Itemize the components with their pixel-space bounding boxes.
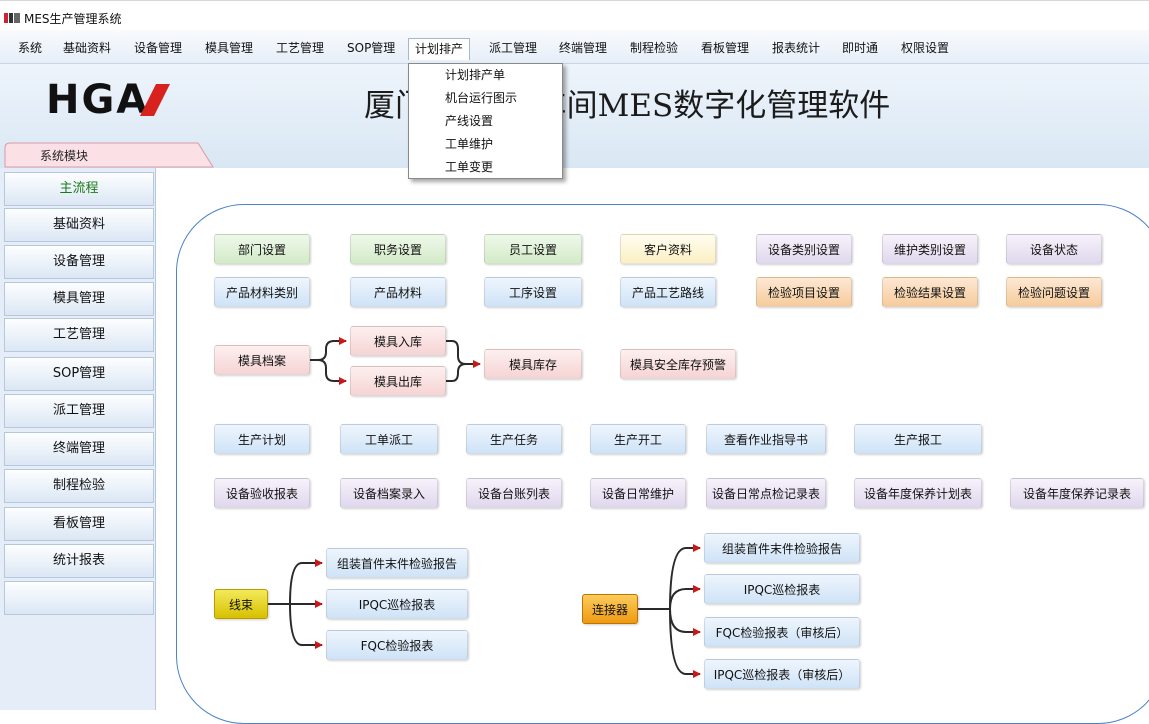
menu-equipment[interactable]: 设备管理	[132, 38, 184, 60]
flow-position-settings[interactable]: 职务设置	[350, 234, 446, 264]
flow-equipment-ledger[interactable]: 设备台账列表	[466, 478, 562, 508]
flow-employee-settings[interactable]: 员工设置	[484, 234, 582, 264]
sidebar-item-empty	[4, 581, 154, 615]
flow-work-order-dispatch[interactable]: 工单派工	[340, 424, 438, 454]
flow-mold-stock-warning[interactable]: 模具安全库存预警	[620, 349, 736, 379]
flow-inspection-result[interactable]: 检验结果设置	[882, 277, 978, 307]
menu-permissions[interactable]: 权限设置	[899, 38, 951, 60]
flow-production-task[interactable]: 生产任务	[466, 424, 562, 454]
sidebar-item-inspection[interactable]: 制程检验	[4, 469, 154, 503]
sidebar-item-dispatch[interactable]: 派工管理	[4, 394, 154, 428]
menu-reports[interactable]: 报表统计	[770, 38, 822, 60]
flow-production-start[interactable]: 生产开工	[590, 424, 686, 454]
sidebar-item-reports[interactable]: 统计报表	[4, 544, 154, 578]
menu-kanban[interactable]: 看板管理	[699, 38, 751, 60]
dropdown-item-plan-order[interactable]: 计划排产单	[445, 66, 505, 83]
flow-harness-tag[interactable]: 线束	[214, 589, 268, 619]
flow-inspection-item[interactable]: 检验项目设置	[756, 277, 852, 307]
flow-product-route[interactable]: 产品工艺路线	[620, 277, 716, 307]
flow-equipment-daily-maint[interactable]: 设备日常维护	[590, 478, 686, 508]
flow-connector-tag[interactable]: 连接器	[582, 594, 638, 624]
svg-text:系统模块: 系统模块	[40, 149, 88, 163]
sidebar-item-kanban[interactable]: 看板管理	[4, 507, 154, 541]
menu-process[interactable]: 工艺管理	[274, 38, 326, 60]
sidebar-item-basic-data[interactable]: 基础资料	[4, 208, 154, 242]
flow-material-category[interactable]: 产品材料类别	[214, 277, 310, 307]
flow-equipment-status[interactable]: 设备状态	[1006, 234, 1102, 264]
menu-basic-data[interactable]: 基础资料	[61, 38, 113, 60]
flow-equipment-annual-plan[interactable]: 设备年度保养计划表	[854, 478, 982, 508]
flow-equipment-category[interactable]: 设备类别设置	[756, 234, 852, 264]
flow-mold-archive[interactable]: 模具档案	[214, 345, 310, 375]
flow-connector-first-last-report[interactable]: 组装首件末件检验报告	[704, 533, 860, 563]
app-icon	[4, 13, 20, 23]
dropdown-item-machine-status[interactable]: 机台运行图示	[445, 89, 517, 106]
flow-dept-settings[interactable]: 部门设置	[214, 234, 310, 264]
planning-dropdown-menu: 计划排产单 机台运行图示 产线设置 工单维护 工单变更	[408, 63, 563, 179]
flow-equipment-annual-record[interactable]: 设备年度保养记录表	[1010, 478, 1144, 508]
flow-mold-out[interactable]: 模具出库	[350, 366, 446, 396]
flow-harness-fqc-report[interactable]: FQC检验报表	[326, 630, 468, 660]
dropdown-item-line-settings[interactable]: 产线设置	[445, 112, 493, 129]
flow-inspection-issue[interactable]: 检验问题设置	[1006, 277, 1102, 307]
sidebar-item-equipment[interactable]: 设备管理	[4, 245, 154, 279]
flow-equipment-archive[interactable]: 设备档案录入	[340, 478, 438, 508]
hga-logo: HGA	[46, 80, 170, 118]
menu-inspection[interactable]: 制程检验	[628, 38, 680, 60]
flow-material[interactable]: 产品材料	[350, 277, 446, 307]
menu-bar: 系统 基础资料 设备管理 模具管理 工艺管理 SOP管理 计划排产 派工管理 终…	[0, 30, 1149, 64]
flow-view-work-instructions[interactable]: 查看作业指导书	[706, 424, 826, 454]
window-title: MES生产管理系统	[24, 12, 122, 26]
dropdown-item-work-order-maint[interactable]: 工单维护	[445, 135, 493, 152]
menu-dispatch[interactable]: 派工管理	[487, 38, 539, 60]
menu-mold[interactable]: 模具管理	[203, 38, 255, 60]
flow-mold-stock[interactable]: 模具库存	[484, 349, 582, 379]
flow-mold-in[interactable]: 模具入库	[350, 326, 446, 356]
sidebar-item-mold[interactable]: 模具管理	[4, 282, 154, 316]
dropdown-item-work-order-change[interactable]: 工单变更	[445, 158, 493, 175]
flow-equipment-acceptance[interactable]: 设备验收报表	[214, 478, 310, 508]
flow-connector-ipqc-approved[interactable]: IPQC巡检报表（审核后）	[704, 659, 860, 689]
sidebar-item-process[interactable]: 工艺管理	[4, 318, 154, 352]
sidebar-item-terminal[interactable]: 终端管理	[4, 432, 154, 466]
flow-maintenance-category[interactable]: 维护类别设置	[882, 234, 978, 264]
menu-planning[interactable]: 计划排产	[408, 38, 471, 60]
title-bar: MES生产管理系统	[0, 0, 1149, 30]
flow-process-settings[interactable]: 工序设置	[484, 277, 582, 307]
menu-sop[interactable]: SOP管理	[345, 38, 397, 60]
flow-equipment-daily-check[interactable]: 设备日常点检记录表	[706, 478, 826, 508]
flow-production-report[interactable]: 生产报工	[854, 424, 982, 454]
svg-text:HGA: HGA	[46, 80, 149, 118]
flow-harness-first-last-report[interactable]: 组装首件末件检验报告	[326, 548, 468, 578]
flow-connector-ipqc-report[interactable]: IPQC巡检报表	[704, 574, 860, 604]
flow-connector-fqc-approved[interactable]: FQC检验报表（审核后）	[704, 617, 860, 647]
menu-instant-message[interactable]: 即时通	[840, 38, 880, 60]
sidebar-item-main-flow[interactable]: 主流程	[4, 172, 154, 206]
sidebar-item-sop[interactable]: SOP管理	[4, 357, 154, 391]
flow-harness-ipqc-report[interactable]: IPQC巡检报表	[326, 589, 468, 619]
sidebar: 主流程 基础资料 设备管理 模具管理 工艺管理 SOP管理 派工管理 终端管理 …	[0, 168, 156, 710]
menu-terminal[interactable]: 终端管理	[557, 38, 609, 60]
system-module-tab[interactable]: 系统模块	[4, 142, 214, 168]
flow-customer-data[interactable]: 客户资料	[620, 234, 716, 264]
flow-production-plan[interactable]: 生产计划	[214, 424, 310, 454]
menu-system[interactable]: 系统	[16, 38, 44, 60]
